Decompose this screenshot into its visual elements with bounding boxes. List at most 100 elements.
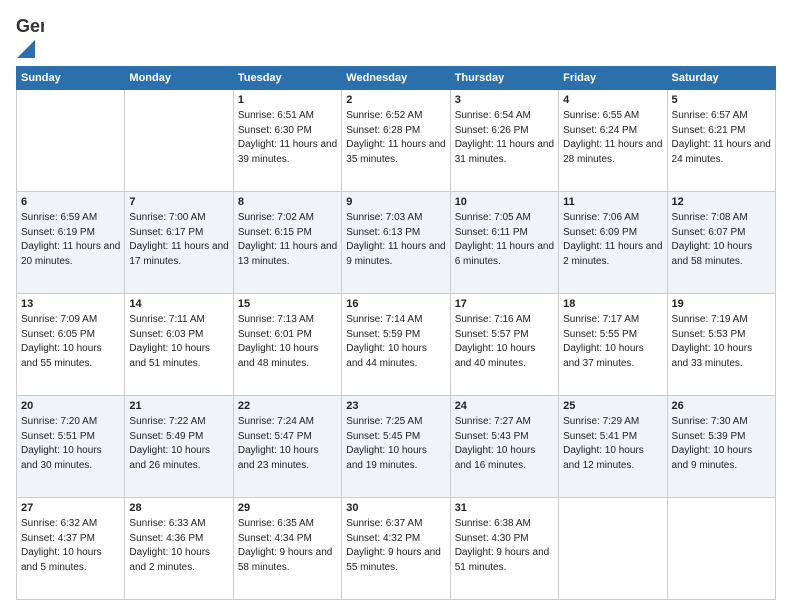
day-info: Sunrise: 6:52 AMSunset: 6:28 PMDaylight:… [346, 109, 445, 167]
day-info: Sunrise: 7:02 AMSunset: 6:15 PMDaylight:… [238, 211, 337, 269]
day-info: Sunrise: 7:06 AMSunset: 6:09 PMDaylight:… [563, 211, 662, 269]
day-info: Sunrise: 7:11 AMSunset: 6:03 PMDaylight:… [129, 313, 228, 371]
day-info: Sunrise: 7:27 AMSunset: 5:43 PMDaylight:… [455, 415, 554, 473]
day-cell: 13Sunrise: 7:09 AMSunset: 6:05 PMDayligh… [17, 294, 125, 396]
day-info: Sunrise: 7:03 AMSunset: 6:13 PMDaylight:… [346, 211, 445, 269]
day-cell: 11Sunrise: 7:06 AMSunset: 6:09 PMDayligh… [559, 192, 667, 294]
weekday-header-tuesday: Tuesday [233, 67, 341, 90]
weekday-row: SundayMondayTuesdayWednesdayThursdayFrid… [17, 67, 776, 90]
day-number: 28 [129, 501, 228, 516]
calendar-body: 1Sunrise: 6:51 AMSunset: 6:30 PMDaylight… [17, 90, 776, 600]
day-cell: 29Sunrise: 6:35 AMSunset: 4:34 PMDayligh… [233, 498, 341, 600]
day-info: Sunrise: 7:00 AMSunset: 6:17 PMDaylight:… [129, 211, 228, 269]
day-info: Sunrise: 7:08 AMSunset: 6:07 PMDaylight:… [672, 211, 771, 269]
day-number: 17 [455, 297, 554, 312]
day-cell: 5Sunrise: 6:57 AMSunset: 6:21 PMDaylight… [667, 90, 775, 192]
day-info: Sunrise: 7:30 AMSunset: 5:39 PMDaylight:… [672, 415, 771, 473]
svg-text:General: General [16, 16, 44, 36]
day-number: 22 [238, 399, 337, 414]
day-number: 1 [238, 93, 337, 108]
day-info: Sunrise: 7:14 AMSunset: 5:59 PMDaylight:… [346, 313, 445, 371]
day-info: Sunrise: 6:57 AMSunset: 6:21 PMDaylight:… [672, 109, 771, 167]
day-info: Sunrise: 6:38 AMSunset: 4:30 PMDaylight:… [455, 517, 554, 575]
day-number: 27 [21, 501, 120, 516]
week-row-1: 1Sunrise: 6:51 AMSunset: 6:30 PMDaylight… [17, 90, 776, 192]
day-cell: 22Sunrise: 7:24 AMSunset: 5:47 PMDayligh… [233, 396, 341, 498]
day-info: Sunrise: 7:05 AMSunset: 6:11 PMDaylight:… [455, 211, 554, 269]
day-number: 2 [346, 93, 445, 108]
logo-icon: General [16, 12, 44, 40]
day-cell: 25Sunrise: 7:29 AMSunset: 5:41 PMDayligh… [559, 396, 667, 498]
day-info: Sunrise: 7:13 AMSunset: 6:01 PMDaylight:… [238, 313, 337, 371]
day-cell: 3Sunrise: 6:54 AMSunset: 6:26 PMDaylight… [450, 90, 558, 192]
day-cell: 27Sunrise: 6:32 AMSunset: 4:37 PMDayligh… [17, 498, 125, 600]
day-info: Sunrise: 7:29 AMSunset: 5:41 PMDaylight:… [563, 415, 662, 473]
day-info: Sunrise: 6:59 AMSunset: 6:19 PMDaylight:… [21, 211, 120, 269]
day-cell: 1Sunrise: 6:51 AMSunset: 6:30 PMDaylight… [233, 90, 341, 192]
day-info: Sunrise: 7:19 AMSunset: 5:53 PMDaylight:… [672, 313, 771, 371]
day-info: Sunrise: 6:35 AMSunset: 4:34 PMDaylight:… [238, 517, 337, 575]
day-info: Sunrise: 7:16 AMSunset: 5:57 PMDaylight:… [455, 313, 554, 371]
day-info: Sunrise: 7:20 AMSunset: 5:51 PMDaylight:… [21, 415, 120, 473]
day-cell: 24Sunrise: 7:27 AMSunset: 5:43 PMDayligh… [450, 396, 558, 498]
day-number: 30 [346, 501, 445, 516]
weekday-header-thursday: Thursday [450, 67, 558, 90]
day-info: Sunrise: 7:24 AMSunset: 5:47 PMDaylight:… [238, 415, 337, 473]
day-cell: 30Sunrise: 6:37 AMSunset: 4:32 PMDayligh… [342, 498, 450, 600]
day-cell: 14Sunrise: 7:11 AMSunset: 6:03 PMDayligh… [125, 294, 233, 396]
page: General SundayMondayTuesdayWednesdayThur… [0, 0, 792, 612]
day-cell: 19Sunrise: 7:19 AMSunset: 5:53 PMDayligh… [667, 294, 775, 396]
calendar-header: SundayMondayTuesdayWednesdayThursdayFrid… [17, 67, 776, 90]
day-info: Sunrise: 7:09 AMSunset: 6:05 PMDaylight:… [21, 313, 120, 371]
weekday-header-saturday: Saturday [667, 67, 775, 90]
weekday-header-sunday: Sunday [17, 67, 125, 90]
day-cell: 18Sunrise: 7:17 AMSunset: 5:55 PMDayligh… [559, 294, 667, 396]
day-number: 10 [455, 195, 554, 210]
logo-triangle-icon [17, 40, 35, 58]
header: General [16, 12, 776, 58]
day-number: 13 [21, 297, 120, 312]
calendar: SundayMondayTuesdayWednesdayThursdayFrid… [16, 66, 776, 600]
day-number: 8 [238, 195, 337, 210]
day-cell: 15Sunrise: 7:13 AMSunset: 6:01 PMDayligh… [233, 294, 341, 396]
day-info: Sunrise: 7:22 AMSunset: 5:49 PMDaylight:… [129, 415, 228, 473]
day-cell: 2Sunrise: 6:52 AMSunset: 6:28 PMDaylight… [342, 90, 450, 192]
day-number: 7 [129, 195, 228, 210]
day-number: 5 [672, 93, 771, 108]
day-cell: 23Sunrise: 7:25 AMSunset: 5:45 PMDayligh… [342, 396, 450, 498]
week-row-3: 13Sunrise: 7:09 AMSunset: 6:05 PMDayligh… [17, 294, 776, 396]
day-cell: 20Sunrise: 7:20 AMSunset: 5:51 PMDayligh… [17, 396, 125, 498]
day-number: 16 [346, 297, 445, 312]
day-info: Sunrise: 7:17 AMSunset: 5:55 PMDaylight:… [563, 313, 662, 371]
day-info: Sunrise: 7:25 AMSunset: 5:45 PMDaylight:… [346, 415, 445, 473]
day-cell: 10Sunrise: 7:05 AMSunset: 6:11 PMDayligh… [450, 192, 558, 294]
day-cell: 8Sunrise: 7:02 AMSunset: 6:15 PMDaylight… [233, 192, 341, 294]
day-number: 25 [563, 399, 662, 414]
day-cell: 12Sunrise: 7:08 AMSunset: 6:07 PMDayligh… [667, 192, 775, 294]
day-cell: 21Sunrise: 7:22 AMSunset: 5:49 PMDayligh… [125, 396, 233, 498]
day-info: Sunrise: 6:55 AMSunset: 6:24 PMDaylight:… [563, 109, 662, 167]
day-number: 15 [238, 297, 337, 312]
day-number: 20 [21, 399, 120, 414]
week-row-5: 27Sunrise: 6:32 AMSunset: 4:37 PMDayligh… [17, 498, 776, 600]
weekday-header-wednesday: Wednesday [342, 67, 450, 90]
day-number: 29 [238, 501, 337, 516]
week-row-4: 20Sunrise: 7:20 AMSunset: 5:51 PMDayligh… [17, 396, 776, 498]
day-info: Sunrise: 6:51 AMSunset: 6:30 PMDaylight:… [238, 109, 337, 167]
day-number: 4 [563, 93, 662, 108]
day-cell: 16Sunrise: 7:14 AMSunset: 5:59 PMDayligh… [342, 294, 450, 396]
day-cell [667, 498, 775, 600]
day-info: Sunrise: 6:54 AMSunset: 6:26 PMDaylight:… [455, 109, 554, 167]
day-cell: 31Sunrise: 6:38 AMSunset: 4:30 PMDayligh… [450, 498, 558, 600]
day-cell: 17Sunrise: 7:16 AMSunset: 5:57 PMDayligh… [450, 294, 558, 396]
day-number: 9 [346, 195, 445, 210]
day-cell: 6Sunrise: 6:59 AMSunset: 6:19 PMDaylight… [17, 192, 125, 294]
day-info: Sunrise: 6:32 AMSunset: 4:37 PMDaylight:… [21, 517, 120, 575]
day-info: Sunrise: 6:37 AMSunset: 4:32 PMDaylight:… [346, 517, 445, 575]
day-cell [559, 498, 667, 600]
day-number: 24 [455, 399, 554, 414]
day-cell: 26Sunrise: 7:30 AMSunset: 5:39 PMDayligh… [667, 396, 775, 498]
day-number: 19 [672, 297, 771, 312]
day-cell [17, 90, 125, 192]
weekday-header-monday: Monday [125, 67, 233, 90]
